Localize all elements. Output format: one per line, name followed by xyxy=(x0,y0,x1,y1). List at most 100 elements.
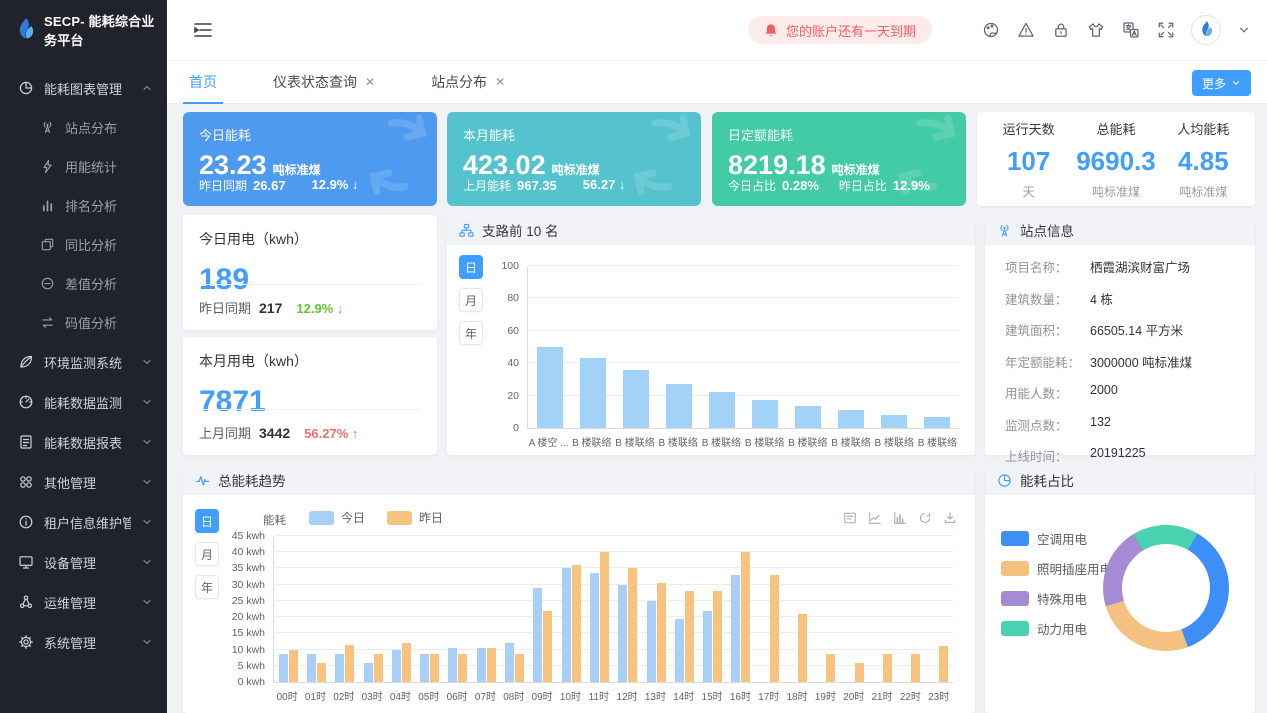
trend-bar xyxy=(533,588,542,682)
palette-icon[interactable] xyxy=(982,21,1000,39)
account-expiry-alert[interactable]: 您的账户还有一天到期 xyxy=(748,16,932,44)
trend-bar xyxy=(883,654,892,682)
trend-bar xyxy=(618,585,627,682)
trend-bar-group xyxy=(472,537,500,682)
sidebar-subitem-0-2[interactable]: 排名分析 xyxy=(0,186,167,225)
trend-bar xyxy=(731,575,740,682)
bolt-icon xyxy=(40,159,55,174)
grid-icon xyxy=(18,474,34,490)
trend-bar xyxy=(543,611,552,682)
chevron-icon xyxy=(141,556,153,568)
sidebar-item-6[interactable]: 设备管理 xyxy=(0,542,167,582)
tab-2[interactable]: 站点分布✕ xyxy=(425,61,511,104)
trend-bar xyxy=(685,591,694,682)
tab-close-icon[interactable]: ✕ xyxy=(365,75,375,89)
bell-icon xyxy=(764,23,778,38)
site-info-row-6: 上线时间：20191225 xyxy=(1005,446,1239,465)
trend-bar xyxy=(798,614,807,682)
pie-legend-item-特殊用电[interactable]: 特殊用电 xyxy=(1001,589,1112,608)
trend-bar xyxy=(487,648,496,682)
energy-share-donut xyxy=(1103,525,1229,651)
sidebar-subitem-0-1[interactable]: 用能统计 xyxy=(0,147,167,186)
trend-bar-group xyxy=(812,537,840,682)
pie-chart-icon xyxy=(18,80,34,96)
trend-bar-group xyxy=(783,537,811,682)
trend-bar xyxy=(420,654,429,682)
trend-bar xyxy=(505,643,514,682)
trend-bar xyxy=(289,650,298,682)
trend-bar xyxy=(657,583,666,682)
chevron-icon xyxy=(141,396,153,408)
trend-bar xyxy=(647,601,656,682)
branch-bar xyxy=(623,370,649,428)
branch-bar-group xyxy=(743,267,786,428)
branch-bar-group xyxy=(700,267,743,428)
branch-bar xyxy=(752,400,778,428)
sidebar-item-8[interactable]: 系统管理 xyxy=(0,622,167,662)
site-info-row-2: 建筑面积：66505.14 平方米 xyxy=(1005,320,1239,339)
lock-icon[interactable] xyxy=(1052,21,1070,39)
energy-share-panel: 能耗占比 空调用电照明插座用电特殊用电动力用电 xyxy=(985,465,1255,713)
sidebar-item-7[interactable]: 运维管理 xyxy=(0,582,167,622)
stat-card-1: 本月能耗423.02吨标准煤上月能耗967.3556.27 ↓ xyxy=(447,112,701,206)
branch-bar-group xyxy=(657,267,700,428)
ranking-icon xyxy=(40,198,55,213)
trend-bar-group xyxy=(359,537,387,682)
sidebar-subitem-0-4[interactable]: 差值分析 xyxy=(0,264,167,303)
sidebar-subitem-0-0[interactable]: 站点分布 xyxy=(0,108,167,147)
site-panel-title: 站点信息 xyxy=(1020,220,1074,240)
sidebar-nav: 能耗图表管理站点分布用能统计排名分析同比分析差值分析码值分析环境监测系统能耗数据… xyxy=(0,68,167,662)
trend-bar-group xyxy=(614,537,642,682)
pie-legend-item-空调用电[interactable]: 空调用电 xyxy=(1001,529,1112,548)
report-icon xyxy=(18,434,34,450)
translate-icon[interactable] xyxy=(1122,21,1140,39)
chevron-icon xyxy=(141,596,153,608)
trend-bar xyxy=(458,654,467,682)
tab-1[interactable]: 仪表状态查询✕ xyxy=(267,61,381,104)
sidebar-item-1[interactable]: 环境监测系统 xyxy=(0,342,167,382)
stat-card-0: 今日能耗23.23吨标准煤昨日同期26.6712.9% ↓ xyxy=(183,112,437,206)
trend-bar xyxy=(939,646,948,682)
sidebar-item-0[interactable]: 能耗图表管理 xyxy=(0,68,167,108)
user-menu-chevron-down-icon[interactable] xyxy=(1237,23,1251,37)
sidebar-item-2[interactable]: 能耗数据监测 xyxy=(0,382,167,422)
pie-legend-item-照明插座用电[interactable]: 照明插座用电 xyxy=(1001,559,1112,578)
sidebar-item-5[interactable]: 租户信息维护管理 xyxy=(0,502,167,542)
warning-icon[interactable] xyxy=(1017,21,1035,39)
antenna-icon xyxy=(40,120,55,135)
gear-icon xyxy=(18,634,34,650)
trend-bar-group xyxy=(415,537,443,682)
more-button[interactable]: 更多 xyxy=(1192,70,1251,96)
tab-close-icon[interactable]: ✕ xyxy=(495,75,505,89)
summary-total-energy: 总能耗9690.3吨标准煤 xyxy=(1072,119,1159,200)
trend-bar-group xyxy=(444,537,472,682)
pie-legend-item-动力用电[interactable]: 动力用电 xyxy=(1001,619,1112,638)
sidebar-item-3[interactable]: 能耗数据报表 xyxy=(0,422,167,462)
branch-x-axis: A 楼空 ...B 楼联络B 楼联络B 楼联络B 楼联络B 楼联络B 楼联络B … xyxy=(527,434,959,449)
site-info-row-4: 用能人数：2000 xyxy=(1005,383,1239,402)
trend-bar xyxy=(826,654,835,682)
tab-0[interactable]: 首页 xyxy=(183,61,223,104)
user-avatar[interactable] xyxy=(1191,15,1221,45)
fullscreen-icon[interactable] xyxy=(1157,21,1175,39)
trend-bar xyxy=(317,663,326,682)
swap-icon xyxy=(40,315,55,330)
site-panel-header: 站点信息 xyxy=(985,215,1255,245)
trend-bar-group xyxy=(727,537,755,682)
collapse-menu-icon[interactable] xyxy=(193,21,213,39)
trend-bar-group xyxy=(698,537,726,682)
sidebar-subitem-0-5[interactable]: 码值分析 xyxy=(0,303,167,342)
sidebar: SECP- 能耗综合业务平台 能耗图表管理站点分布用能统计排名分析同比分析差值分… xyxy=(0,0,167,713)
trend-bar xyxy=(590,573,599,682)
trend-bar xyxy=(374,654,383,682)
branch-bar xyxy=(666,384,692,428)
trend-bar xyxy=(600,552,609,682)
monitor-icon xyxy=(18,554,34,570)
theme-icon[interactable] xyxy=(1087,21,1105,39)
branch-bar-group xyxy=(528,267,571,428)
trend-bar xyxy=(345,645,354,682)
trend-bar xyxy=(279,654,288,682)
sidebar-subitem-0-3[interactable]: 同比分析 xyxy=(0,225,167,264)
sidebar-item-4[interactable]: 其他管理 xyxy=(0,462,167,502)
branch-bar xyxy=(709,392,735,428)
